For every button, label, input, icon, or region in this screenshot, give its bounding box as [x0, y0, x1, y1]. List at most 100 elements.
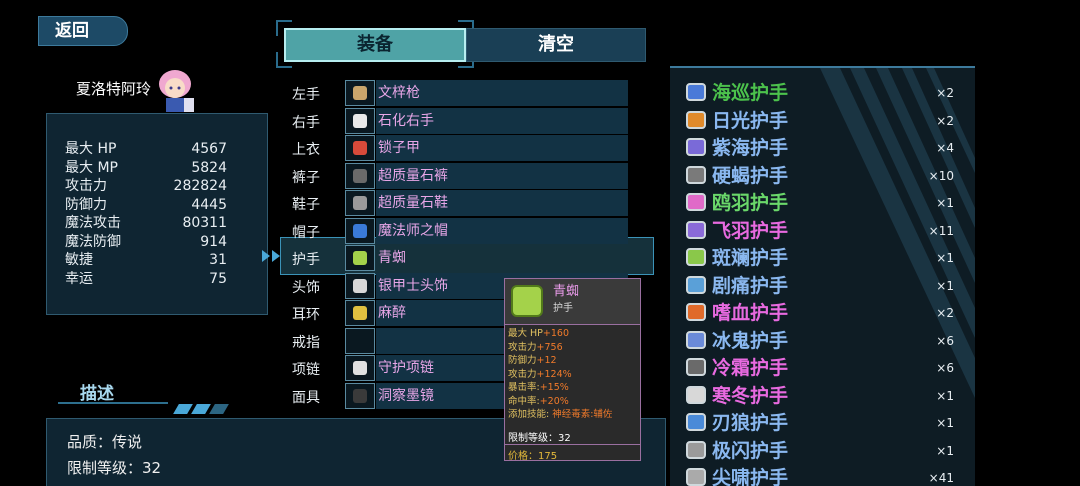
- item-icon: [353, 306, 367, 320]
- inventory-item[interactable]: 紫海护手 ×4: [686, 135, 966, 161]
- equipment-icon[interactable]: [345, 355, 375, 381]
- tooltip-price: 价格：175: [508, 451, 558, 462]
- equipment-icon[interactable]: [345, 80, 375, 106]
- equipped-item[interactable]: 超质量石鞋: [376, 190, 628, 216]
- inventory-item-count: ×2: [936, 86, 954, 100]
- equipment-icon[interactable]: [345, 382, 375, 409]
- inventory-item[interactable]: 日光护手 ×2: [686, 108, 966, 134]
- inventory-item-name: 极闪护手: [712, 439, 789, 462]
- tooltip-stat-label: 最大 HP: [508, 328, 543, 339]
- stat-value: 5824: [191, 159, 227, 176]
- tooltip-header: 青蜘 护手: [505, 279, 640, 325]
- equipment-icon[interactable]: [345, 272, 375, 299]
- slot-label: 帽子: [292, 224, 320, 241]
- item-icon: [353, 141, 367, 155]
- equipment-icon[interactable]: [345, 245, 375, 271]
- inventory-item[interactable]: 嗜血护手 ×2: [686, 300, 966, 326]
- equipment-icon[interactable]: [345, 135, 375, 161]
- tab-clear[interactable]: 清空: [466, 28, 646, 62]
- inventory-item-count: ×1: [936, 388, 954, 403]
- item-icon: [353, 278, 367, 293]
- item-icon: [353, 223, 367, 238]
- item-icon: [353, 196, 367, 210]
- tab-equip[interactable]: 装备: [284, 28, 466, 62]
- stat-label: 攻击力: [65, 178, 107, 194]
- inventory-item-name: 尖啸护手: [712, 467, 789, 486]
- inventory-item-count: ×10: [928, 168, 954, 183]
- inventory-item[interactable]: 刃狼护手 ×1: [686, 410, 966, 436]
- tooltip-stat-label: 攻击力: [508, 368, 537, 380]
- inventory-item-name: 嗜血护手: [712, 302, 789, 324]
- gauntlet-icon: [686, 220, 706, 239]
- gauntlet-icon: [686, 440, 706, 459]
- gauntlet-icon: [686, 248, 706, 266]
- inventory-item[interactable]: 尖啸护手 ×41: [686, 465, 966, 486]
- stat-label: 防御力: [65, 196, 107, 213]
- equipment-icon[interactable]: [345, 190, 375, 216]
- stat-value: 4567: [191, 141, 227, 157]
- slot-label: 右手: [292, 114, 320, 131]
- equipped-item[interactable]: 文梓枪: [376, 80, 628, 106]
- inventory-item[interactable]: 斑斓护手 ×1: [686, 245, 966, 271]
- inventory-item[interactable]: 海巡护手 ×2: [686, 80, 966, 106]
- equipment-icon[interactable]: [345, 162, 375, 189]
- stat-label: 最大 HP: [65, 141, 117, 157]
- gauntlet-icon: [686, 303, 706, 321]
- item-quality: 品质：传说: [67, 433, 143, 451]
- chevron-decoration: [209, 404, 229, 414]
- item-icon: [353, 361, 367, 375]
- item-icon: [353, 251, 367, 265]
- inventory-item[interactable]: 寒冬护手 ×1: [686, 383, 966, 409]
- inventory-item-name: 冰鬼护手: [712, 329, 789, 352]
- inventory-item-name: 冷霜护手: [712, 357, 789, 379]
- inventory-item-count: ×41: [928, 471, 954, 485]
- divider: [505, 444, 640, 445]
- inventory-item[interactable]: 硬蝎护手 ×10: [686, 163, 966, 189]
- equipped-item[interactable]: 青蜘: [376, 245, 628, 271]
- gauntlet-icon: [686, 193, 706, 211]
- tooltip-stat-label: 防御力: [508, 355, 537, 366]
- inventory-panel[interactable]: 海巡护手 ×2 日光护手 ×2 紫海护手 ×4 硬蝎护手 ×10 鸥羽护手 ×1 飞羽护手 ×11 斑斓…: [670, 66, 975, 486]
- inventory-item[interactable]: 鸥羽护手 ×1: [686, 190, 966, 216]
- equipped-item[interactable]: 魔法师之帽: [376, 217, 628, 244]
- equipped-item[interactable]: 锁子甲: [376, 135, 628, 161]
- equipment-icon[interactable]: [345, 327, 375, 354]
- slot-label: 面具: [292, 389, 320, 406]
- slot-label: 裤子: [292, 169, 320, 186]
- chevron-decoration: [191, 404, 211, 414]
- inventory-item-name: 刃狼护手: [712, 412, 789, 434]
- inventory-item[interactable]: 极闪护手 ×1: [686, 438, 966, 464]
- gauntlet-icon: [511, 285, 543, 317]
- equipment-icon[interactable]: [345, 217, 375, 244]
- tooltip-stat-value: 神经毒素:辅佐: [552, 409, 613, 420]
- inventory-item-name: 紫海护手: [712, 137, 789, 159]
- inventory-item[interactable]: 冰鬼护手 ×6: [686, 328, 966, 354]
- inventory-item-name: 海巡护手: [712, 82, 789, 104]
- equipped-item[interactable]: 石化右手: [376, 107, 628, 134]
- tooltip-item-type: 护手: [553, 303, 573, 314]
- inventory-item-name: 斑斓护手: [712, 247, 789, 269]
- stat-label: 魔法攻击: [65, 215, 121, 231]
- tooltip-stat: 最大 HP+160: [508, 328, 569, 340]
- tooltip-stat-value: +15%: [539, 382, 569, 393]
- inventory-item-count: ×11: [928, 223, 954, 238]
- inventory-item-count: ×1: [936, 251, 954, 265]
- inventory-item[interactable]: 飞羽护手 ×11: [686, 218, 966, 244]
- item-icon: [353, 168, 367, 183]
- inventory-item[interactable]: 剧痛护手 ×1: [686, 273, 966, 299]
- item-icon: [353, 388, 367, 403]
- equipment-icon[interactable]: [345, 107, 375, 134]
- gauntlet-icon: [686, 275, 706, 294]
- back-button[interactable]: 返回: [38, 16, 128, 46]
- inventory-item-name: 飞羽护手: [712, 219, 789, 242]
- gauntlet-icon: [686, 468, 706, 486]
- equipment-icon[interactable]: [345, 300, 375, 326]
- divider: [58, 402, 168, 404]
- stat-row: 敏捷 31: [65, 251, 227, 269]
- stat-value: 282824: [173, 178, 227, 194]
- inventory-item[interactable]: 冷霜护手 ×6: [686, 355, 966, 381]
- stat-row: 防御力 4445: [65, 196, 227, 214]
- slot-label: 护手: [292, 252, 320, 268]
- tooltip-stat-label: 添加技能:: [508, 409, 553, 420]
- equipped-item[interactable]: 超质量石裤: [376, 162, 628, 189]
